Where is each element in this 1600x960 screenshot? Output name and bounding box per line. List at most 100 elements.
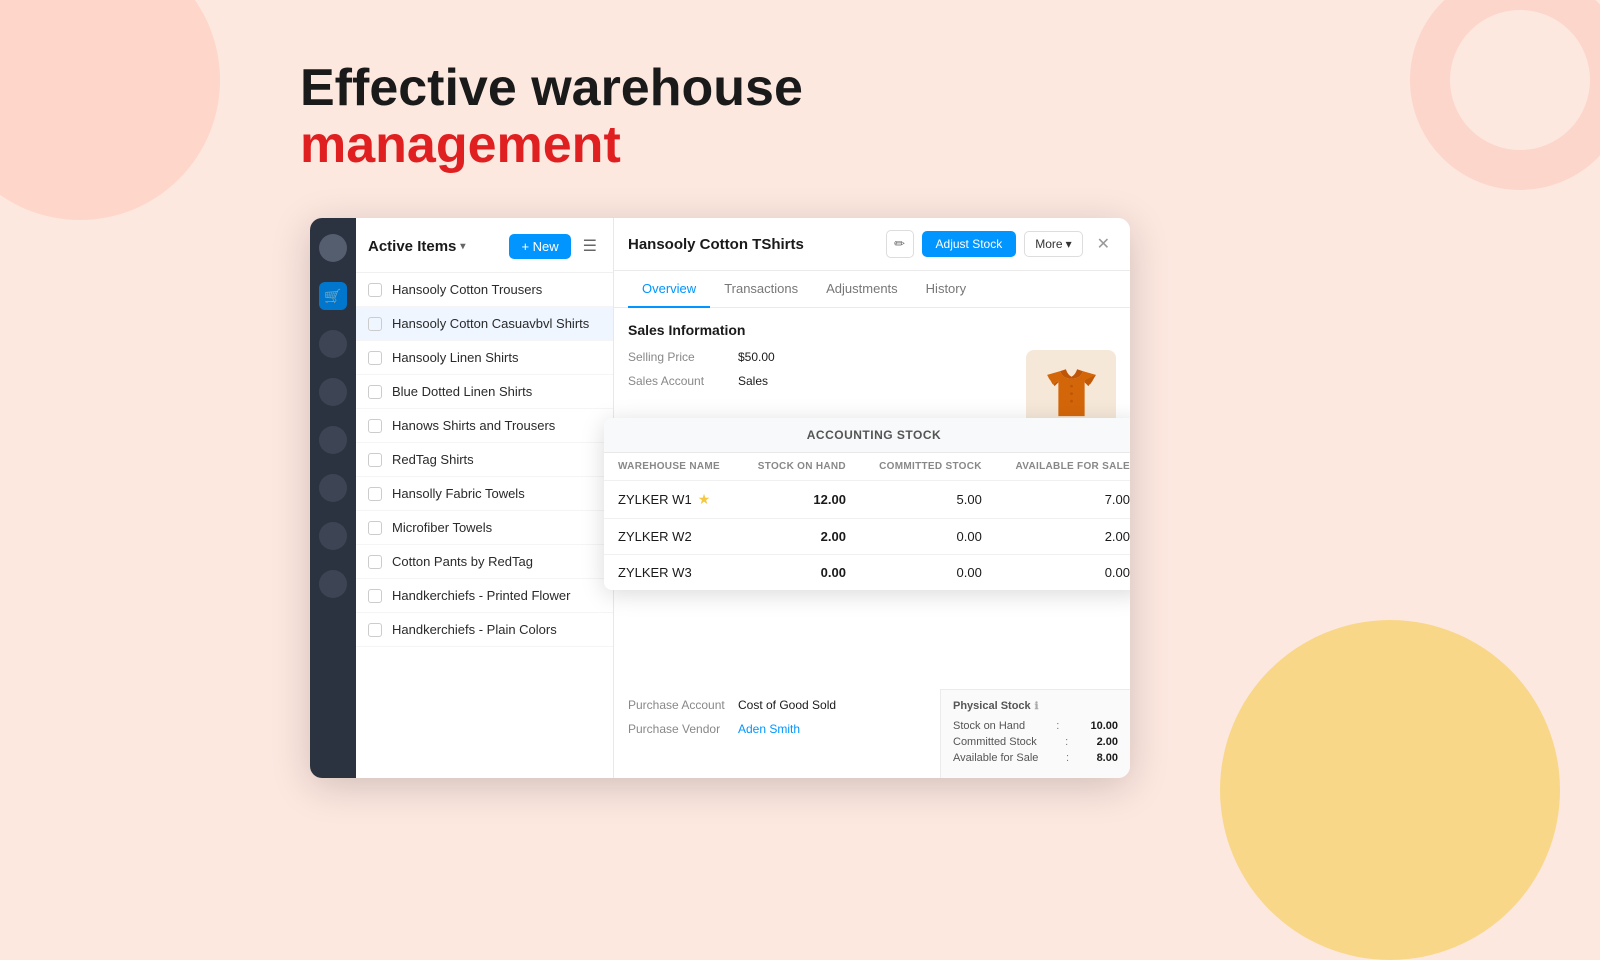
list-item-text: Handkerchiefs - Plain Colors [392, 622, 557, 637]
more-button[interactable]: More ▾ [1024, 231, 1082, 257]
physical-committed-value: 2.00 [1097, 736, 1118, 748]
stock-table: WAREHOUSE NAMESTOCK ON HANDCOMMITTED STO… [614, 453, 1130, 590]
sidebar-cart-icon[interactable]: 🛒 [319, 282, 347, 310]
detail-title: Hansooly Cotton TShirts [628, 236, 878, 253]
list-item[interactable]: Microfiber Towels [356, 511, 613, 545]
physical-available-label: Available for Sale [953, 752, 1038, 764]
warehouse-name-cell: ZYLKER W3 [614, 555, 739, 591]
stock-popup-header: ACCOUNTING STOCK [614, 418, 1130, 453]
list-item-checkbox[interactable] [368, 623, 382, 637]
physical-soh-value: 10.00 [1090, 720, 1118, 732]
list-item-checkbox[interactable] [368, 589, 382, 603]
list-item[interactable]: Blue Dotted Linen Shirts [356, 375, 613, 409]
list-item-text: Blue Dotted Linen Shirts [392, 384, 532, 399]
purchase-account-value: Cost of Good Sold [738, 698, 836, 712]
stock-section: Stock Locations Accounting Stock Physica… [628, 454, 1116, 478]
menu-icon-btn[interactable]: ☰ [579, 232, 601, 260]
list-item-text: Hansooly Linen Shirts [392, 350, 518, 365]
physical-soh-row: Stock on Hand : 10.00 [953, 720, 1118, 732]
sidebar-dot-3 [319, 426, 347, 454]
tab-overview[interactable]: Overview [628, 271, 710, 308]
close-button[interactable]: ✕ [1091, 232, 1116, 256]
list-item[interactable]: Hansooly Linen Shirts [356, 341, 613, 375]
stock-on-hand-cell: 0.00 [739, 555, 860, 591]
warehouse-label: ZYLKER W1 [618, 492, 692, 507]
list-item[interactable]: Hanows Shirts and Trousers [356, 409, 613, 443]
warehouse-name-cell: ZYLKER W1 ★ [614, 481, 739, 519]
list-item[interactable]: RedTag Shirts [356, 443, 613, 477]
sales-section-title: Sales Information [628, 322, 1116, 338]
active-items-dropdown-btn[interactable]: Active Items ▾ [368, 238, 465, 255]
list-item-text: RedTag Shirts [392, 452, 474, 467]
more-chevron-icon: ▾ [1066, 237, 1072, 251]
list-item[interactable]: Hansooly Cotton Trousers [356, 273, 613, 307]
list-item-checkbox[interactable] [368, 317, 382, 331]
list-item-checkbox[interactable] [368, 453, 382, 467]
stock-col-header: STOCK ON HAND [739, 453, 860, 481]
sidebar-dot-1 [319, 330, 347, 358]
list-item-text: Hansooly Cotton Casuavbvl Shirts [392, 316, 589, 331]
list-item-text: Microfiber Towels [392, 520, 492, 535]
list-item-text: Hanows Shirts and Trousers [392, 418, 555, 433]
warehouse-name-cell: ZYLKER W2 [614, 519, 739, 555]
star-icon: ★ [698, 491, 711, 508]
tab-history[interactable]: History [912, 271, 980, 308]
list-item-checkbox[interactable] [368, 487, 382, 501]
warehouse-name: ZYLKER W2 [618, 529, 725, 544]
physical-committed-row: Committed Stock : 2.00 [953, 736, 1118, 748]
list-item[interactable]: Hansooly Cotton Casuavbvl Shirts [356, 307, 613, 341]
stock-col-header: WAREHOUSE NAME [614, 453, 739, 481]
list-title-text: Active Items [368, 238, 456, 255]
sidebar-dot-2 [319, 378, 347, 406]
list-item-checkbox[interactable] [368, 555, 382, 569]
warehouse-name: ZYLKER W1 ★ [618, 491, 725, 508]
list-item-checkbox[interactable] [368, 351, 382, 365]
sales-account-label: Sales Account [628, 374, 738, 388]
list-item-text: Cotton Pants by RedTag [392, 554, 533, 569]
list-item-checkbox[interactable] [368, 521, 382, 535]
physical-available-value: 8.00 [1097, 752, 1118, 764]
list-item[interactable]: Handkerchiefs - Plain Colors [356, 613, 613, 647]
physical-info-icon: ℹ [1035, 701, 1039, 712]
physical-committed-label: Committed Stock [953, 736, 1037, 748]
list-item-text: Hansolly Fabric Towels [392, 486, 525, 501]
tab-transactions[interactable]: Transactions [710, 271, 812, 308]
purchase-account-label: Purchase Account [628, 698, 738, 712]
tab-adjustments[interactable]: Adjustments [812, 271, 912, 308]
chevron-down-icon: ▾ [460, 241, 465, 252]
sidebar: 🛒 [310, 218, 356, 778]
available-sale-cell: 7.00 [996, 481, 1130, 519]
list-item[interactable]: Handkerchiefs - Printed Flower [356, 579, 613, 613]
selling-price-value: $50.00 [738, 350, 775, 364]
committed-stock-cell: 0.00 [860, 519, 996, 555]
stock-table-row: ZYLKER W1 ★ 12.005.007.00 [614, 481, 1130, 519]
stock-popup: ACCOUNTING STOCK WAREHOUSE NAMESTOCK ON … [614, 418, 1130, 590]
list-item[interactable]: Cotton Pants by RedTag [356, 545, 613, 579]
physical-available-row: Available for Sale : 8.00 [953, 752, 1118, 764]
vendor-link[interactable]: Aden Smith [738, 722, 800, 736]
stock-on-hand-cell: 2.00 [739, 519, 860, 555]
list-item-checkbox[interactable] [368, 385, 382, 399]
tabs: OverviewTransactionsAdjustmentsHistory [614, 271, 1130, 308]
new-button[interactable]: + New [509, 234, 570, 259]
selling-price-label: Selling Price [628, 350, 738, 364]
sidebar-dot-6 [319, 570, 347, 598]
adjust-stock-button[interactable]: Adjust Stock [922, 231, 1017, 257]
list-item-checkbox[interactable] [368, 283, 382, 297]
stock-on-hand-cell: 12.00 [739, 481, 860, 519]
purchase-vendor-label: Purchase Vendor [628, 722, 738, 736]
list-item-checkbox[interactable] [368, 419, 382, 433]
physical-stock-panel: Physical Stock ℹ Stock on Hand : 10.00 C… [940, 689, 1130, 778]
sidebar-dot-4 [319, 474, 347, 502]
detail-header: Hansooly Cotton TShirts ✏ Adjust Stock M… [614, 218, 1130, 271]
hero-line1: Effective warehouse [300, 60, 803, 117]
app-window: 🛒 Active Items ▾ + New ☰ Hansooly Cotton… [310, 218, 1130, 778]
sales-account-value: Sales [738, 374, 768, 388]
stock-popup-title: ACCOUNTING STOCK [620, 428, 1128, 442]
bg-decoration-arc-tr [1410, 0, 1600, 190]
selling-price-row: Selling Price $50.00 [628, 350, 1006, 364]
list-item[interactable]: Hansolly Fabric Towels [356, 477, 613, 511]
list-item-text: Hansooly Cotton Trousers [392, 282, 542, 297]
detail-panel: Hansooly Cotton TShirts ✏ Adjust Stock M… [614, 218, 1130, 778]
edit-icon-btn[interactable]: ✏ [886, 230, 914, 258]
